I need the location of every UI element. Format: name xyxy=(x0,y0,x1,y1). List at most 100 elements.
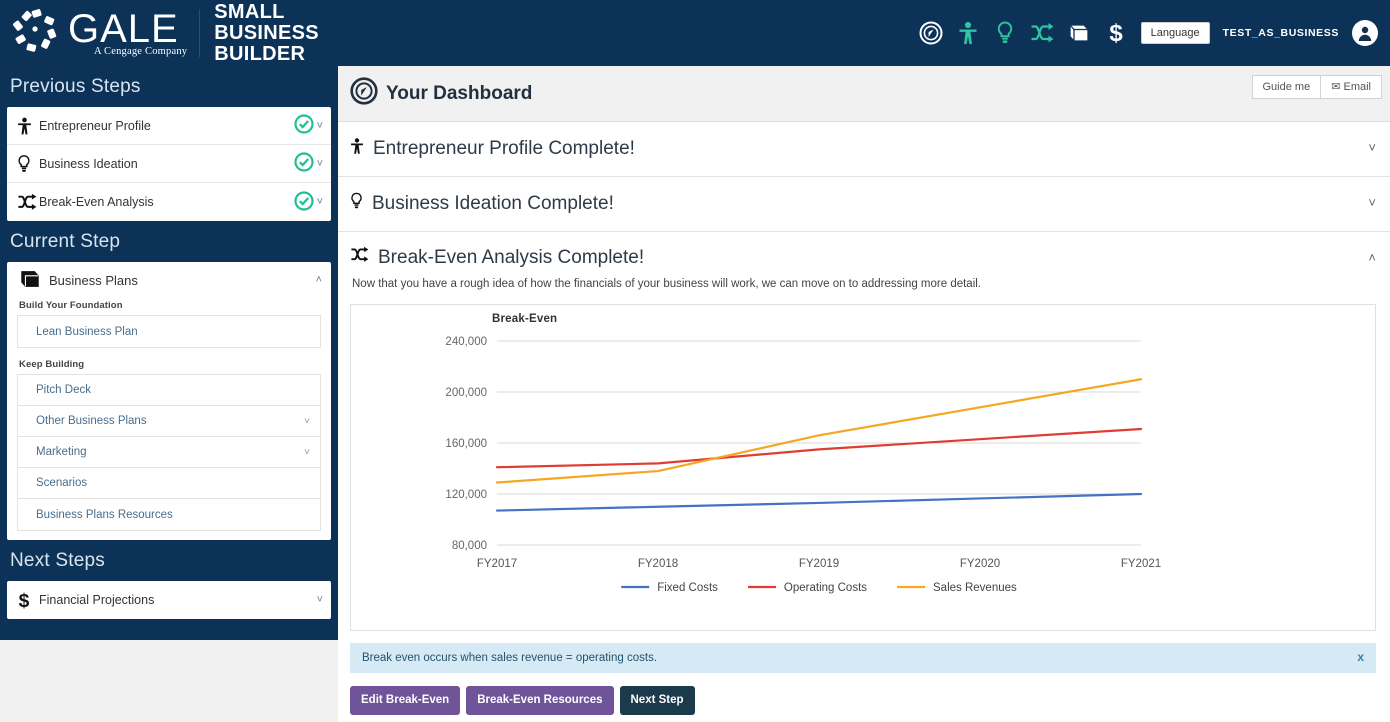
accordion-break-even-analysis[interactable]: Break-Even Analysis Complete! Now that y… xyxy=(338,232,1390,294)
x-axis-tick-label: FY2019 xyxy=(799,558,839,570)
chevron-down-icon: ˅ xyxy=(304,446,310,458)
x-axis-tick-label: FY2018 xyxy=(638,558,678,570)
y-axis-tick-label: 120,000 xyxy=(445,489,487,501)
close-icon[interactable]: x xyxy=(1357,650,1364,664)
next-steps-heading: Next Steps xyxy=(10,550,105,571)
dollar-icon[interactable]: $ xyxy=(1104,20,1128,46)
current-step-card: Business Plans ˄ Build Your Foundation L… xyxy=(7,262,331,540)
group-label-keep-building: Keep Building xyxy=(19,359,85,370)
lightbulb-icon xyxy=(17,154,39,174)
sidebar-subitem-label: Scenarios xyxy=(36,477,88,489)
next-step-button[interactable]: Next Step xyxy=(619,686,695,715)
header-nav-icons: $ Language TEST_AS_BUSINESS xyxy=(919,0,1378,66)
x-axis-tick-label: FY2020 xyxy=(960,558,1000,570)
dollar-icon: $ xyxy=(17,589,39,611)
check-circle-icon xyxy=(293,152,314,175)
shuffle-icon xyxy=(17,193,39,211)
book-icon xyxy=(19,269,41,292)
legend-label: Operating Costs xyxy=(784,582,867,594)
sidebar-subitem-label: Other Business Plans xyxy=(36,415,147,427)
x-axis-tick-label: FY2021 xyxy=(1121,558,1161,570)
page-title: Your Dashboard xyxy=(350,76,533,111)
check-circle-icon xyxy=(293,190,314,214)
series-line xyxy=(495,492,1143,512)
brand-word: GALE xyxy=(68,6,179,51)
card-bottom-spacer xyxy=(7,531,331,540)
edit-break-even-button[interactable]: Edit Break-Even xyxy=(350,686,461,715)
chevron-down-icon[interactable]: ˅ xyxy=(1368,140,1376,155)
sidebar-item-label: Financial Projections xyxy=(39,593,155,607)
sidebar-item-business-ideation[interactable]: Business Ideation ˅ xyxy=(7,145,331,183)
series-line xyxy=(495,378,1143,484)
chevron-up-icon[interactable]: ˄ xyxy=(316,274,322,286)
accordion-business-ideation[interactable]: Business Ideation Complete! ˅ xyxy=(338,177,1390,232)
email-button[interactable]: ✉ Email xyxy=(1321,75,1382,99)
chevron-up-icon[interactable]: ˄ xyxy=(1368,250,1376,265)
svg-text:$: $ xyxy=(19,591,30,611)
break-even-resources-button[interactable]: Break-Even Resources xyxy=(466,686,614,715)
accordion-title: Business Ideation Complete! xyxy=(350,191,614,217)
person-icon xyxy=(350,136,364,162)
y-axis-tick-label: 240,000 xyxy=(445,336,487,348)
accordion-title-text: Entrepreneur Profile Complete! xyxy=(373,138,635,159)
sidebar-subitem-label: Marketing xyxy=(36,446,87,458)
chevron-down-icon[interactable]: ˅ xyxy=(1368,195,1376,210)
page-title-text: Your Dashboard xyxy=(386,82,533,104)
break-even-line-chart: 80,000 120,000 160,000 200,000 240,000 FY2017… xyxy=(445,336,1161,594)
sidebar-item-entrepreneur-profile[interactable]: Entrepreneur Profile ˅ xyxy=(7,107,331,145)
chevron-down-icon[interactable]: ˅ xyxy=(317,120,323,132)
person-icon xyxy=(17,116,39,136)
book-icon[interactable] xyxy=(1067,20,1091,46)
chevron-down-icon[interactable]: ˅ xyxy=(317,196,323,208)
sidebar-item-label: Business Plans xyxy=(49,272,138,288)
email-button-label: Email xyxy=(1343,81,1371,93)
avatar[interactable] xyxy=(1352,20,1378,46)
shuffle-icon[interactable] xyxy=(1030,20,1054,46)
legend-label: Sales Revenues xyxy=(933,582,1017,594)
sidebar-item-break-even-analysis[interactable]: Break-Even Analysis ˅ xyxy=(7,183,331,221)
top-header-bar: GALE A Cengage Company SMALL BUSINESS BU… xyxy=(0,0,1390,66)
lightbulb-icon xyxy=(350,191,363,217)
sidebar-footer-space xyxy=(0,640,338,722)
sidebar-item-scenarios[interactable]: Scenarios xyxy=(18,468,320,499)
brand-logo[interactable]: GALE A Cengage Company SMALL BUSINESS BU… xyxy=(10,1,389,65)
previous-steps-card: Entrepreneur Profile ˅ Business Ideation… xyxy=(7,107,331,221)
sidebar-item-business-plans-resources[interactable]: Business Plans Resources xyxy=(18,499,320,530)
sidebar-item-pitch-deck[interactable]: Pitch Deck xyxy=(18,375,320,406)
break-even-chart-container: Break-Even 80,000 120,000 160,000 200,000 24… xyxy=(350,304,1376,631)
shuffle-icon xyxy=(350,246,369,269)
person-icon[interactable] xyxy=(956,20,980,46)
brand-tagline: A Cengage Company xyxy=(94,45,188,57)
previous-steps-heading: Previous Steps xyxy=(10,76,141,97)
check-circle-icon xyxy=(293,114,314,137)
subgroup-build-your-foundation: Lean Business Plan xyxy=(17,315,321,348)
app-root: GALE A Cengage Company SMALL BUSINESS BU… xyxy=(0,0,1390,722)
sidebar-item-label: Break-Even Analysis xyxy=(39,195,154,209)
accordion-title: Break-Even Analysis Complete! xyxy=(350,246,1376,269)
lightbulb-icon[interactable] xyxy=(993,20,1017,46)
brand-divider xyxy=(199,9,201,57)
compass-icon xyxy=(350,76,378,111)
current-step-heading: Current Step xyxy=(10,231,121,252)
info-banner-text: Break even occurs when sales revenue = o… xyxy=(362,652,658,664)
language-button[interactable]: Language xyxy=(1140,22,1210,44)
sidebar-item-other-business-plans[interactable]: Other Business Plans ˅ xyxy=(18,406,320,437)
guide-me-button[interactable]: Guide me xyxy=(1251,75,1322,99)
accordion-entrepreneur-profile[interactable]: Entrepreneur Profile Complete! ˅ xyxy=(338,122,1390,177)
sidebar-subitem-label: Pitch Deck xyxy=(36,384,91,396)
sidebar-subitem-label: Business Plans Resources xyxy=(36,508,173,521)
chevron-down-icon[interactable]: ˅ xyxy=(317,594,323,606)
y-axis-tick-label: 160,000 xyxy=(445,438,487,450)
sidebar-item-financial-projections[interactable]: $ Financial Projections ˅ xyxy=(7,581,331,619)
body-container: Previous Steps Entrepreneur Profile ˅ Bu… xyxy=(0,66,1390,722)
group-label-build-your-foundation: Build Your Foundation xyxy=(19,300,123,311)
compass-icon[interactable] xyxy=(919,20,943,46)
sidebar-item-marketing[interactable]: Marketing ˅ xyxy=(18,437,320,468)
x-axis-tick-label: FY2017 xyxy=(477,558,517,570)
sidebar-item-label: Entrepreneur Profile xyxy=(39,118,151,133)
chevron-down-icon[interactable]: ˅ xyxy=(317,158,323,170)
y-axis-tick-label: 80,000 xyxy=(452,540,487,552)
sidebar-item-business-plans[interactable]: Business Plans ˄ xyxy=(7,262,331,298)
sidebar-item-lean-business-plan[interactable]: Lean Business Plan xyxy=(18,316,320,347)
